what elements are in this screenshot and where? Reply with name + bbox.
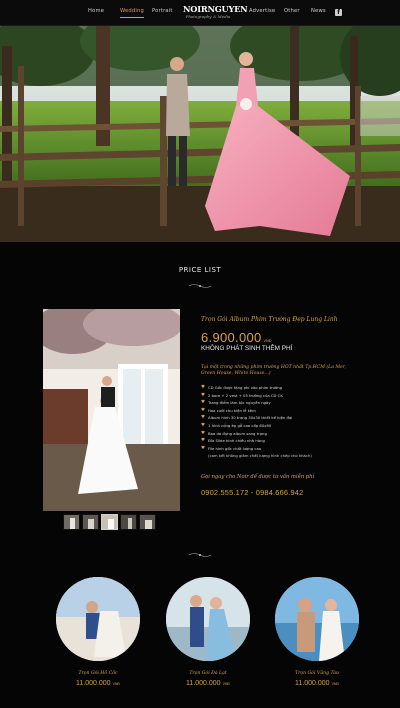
package-card-ho-coc[interactable]: Trọn Gói Hồ Cốc 11.000.000 VNĐ xyxy=(56,577,140,687)
package-title: Trọn Gói Đà Lạt xyxy=(189,671,227,676)
price-value: 6.900.000 xyxy=(201,330,262,345)
nav-portrait[interactable]: Portrait xyxy=(152,8,173,14)
wedding-studio-photo xyxy=(43,309,180,511)
package-title: Trọn Gói Vũng Tàu xyxy=(295,671,339,676)
package-title: Trọn Gói Hồ Cốc xyxy=(78,671,118,676)
heart-icon: ♥ xyxy=(201,438,205,444)
thumbnail-active[interactable] xyxy=(101,514,118,530)
feature-item: ♥ File hình gốc chất lượng cao xyxy=(201,445,262,451)
heart-icon: ♥ xyxy=(201,407,205,413)
feature-item: ♥ Album hình 30 trang 30x30 thiết kế hiện… xyxy=(201,415,293,421)
feature-item: ♥ Đĩa Slide hình chiều nhà hàng xyxy=(201,438,265,444)
hero-banner xyxy=(0,26,400,242)
hero-photo xyxy=(0,26,400,242)
feature-item: ♥ 1 hình cổng ép gỗ cao cấp 60x90 xyxy=(201,422,272,428)
package-price: 11.000.000 VNĐ xyxy=(295,680,339,687)
nav-news[interactable]: News xyxy=(311,8,326,14)
top-navigation: Home Wedding Portrait NOIRNGUYEN Photogr… xyxy=(0,0,400,26)
package-main-photo[interactable] xyxy=(43,309,180,511)
price-list-title: PRICE LIST xyxy=(178,266,222,274)
quality-note: (cam kết không giảm chất lượng hình chép… xyxy=(208,453,312,459)
package-photo[interactable] xyxy=(275,577,359,661)
nav-other[interactable]: Other xyxy=(284,8,300,14)
heart-icon: ♥ xyxy=(201,400,205,406)
heart-icon: ♥ xyxy=(201,392,205,398)
package-card-da-lat[interactable]: Trọn Gói Đà Lạt 11.000.000 VNĐ xyxy=(166,577,250,687)
feature-item: ♥ Trang điểm làm tóc nguyên ngày xyxy=(201,400,271,406)
thumbnail[interactable] xyxy=(139,514,156,530)
feature-item: ♥ CD Gốc được tặng phí vào phim trường xyxy=(201,385,283,390)
thumbnail[interactable] xyxy=(82,514,99,530)
heart-icon: ♥ xyxy=(201,385,205,390)
nav-wedding[interactable]: Wedding xyxy=(120,8,145,18)
package-cards: Trọn Gói Hồ Cốc 11.000.000 VNĐ Trọn Gói Đ… xyxy=(0,577,400,697)
locations-text: Tại một trong những phim trường HOT nhất… xyxy=(201,365,346,377)
feature-list: ♥ CD Gốc được tặng phí vào phim trường ♥ 2… xyxy=(201,384,371,459)
package-card-vung-tau[interactable]: Trọn Gói Vũng Tàu 11.000.000 VNĐ xyxy=(275,577,359,687)
feature-item: ♥ Hoa cưới chu kiện lễ kèm xyxy=(201,407,256,413)
package-price: 11.000.000 VNĐ xyxy=(76,680,120,687)
package-price: 6.900.000 VNĐ xyxy=(201,327,271,346)
ornament-divider-icon xyxy=(188,553,212,557)
heart-icon: ♥ xyxy=(201,430,205,436)
heart-icon: ♥ xyxy=(201,445,205,451)
facebook-icon[interactable]: f xyxy=(335,9,342,16)
heart-icon: ♥ xyxy=(201,422,205,428)
package-price: 11.000.000 VNĐ xyxy=(186,680,230,687)
ornament-divider-icon xyxy=(188,284,212,288)
package-photo[interactable] xyxy=(56,577,140,661)
feature-item: ♥ Bao da đựng album sang trọng xyxy=(201,430,267,436)
site-logo[interactable]: NOIRNGUYEN Photography & Media xyxy=(183,4,248,20)
nav-home[interactable]: Home xyxy=(88,8,104,14)
thumbnail[interactable] xyxy=(63,514,80,530)
package-photo[interactable] xyxy=(166,577,250,661)
call-to-action-text: Gọi ngay cho Noir để được tư vấn miễn ph… xyxy=(201,474,315,480)
logo-sub-text: Photography & Media xyxy=(185,14,231,19)
logo-main-text: NOIRNGUYEN xyxy=(183,4,248,14)
no-extra-fee-text: KHÔNG PHÁT SINH THÊM PHÍ xyxy=(201,345,293,352)
price-currency: VNĐ xyxy=(263,339,272,343)
nav-advertise[interactable]: Advertise xyxy=(249,8,275,14)
phone-numbers[interactable]: 0902.555.172 - 0984.666.942 xyxy=(201,488,303,497)
feature-item: ♥ 2 bore + 2 vest + 05 trường của CD CK xyxy=(201,392,283,398)
heart-icon: ♥ xyxy=(201,415,205,421)
thumbnail[interactable] xyxy=(120,514,137,530)
package-name: Trọn Gói Album Phim Trường Đẹp Lung Linh xyxy=(201,316,338,323)
